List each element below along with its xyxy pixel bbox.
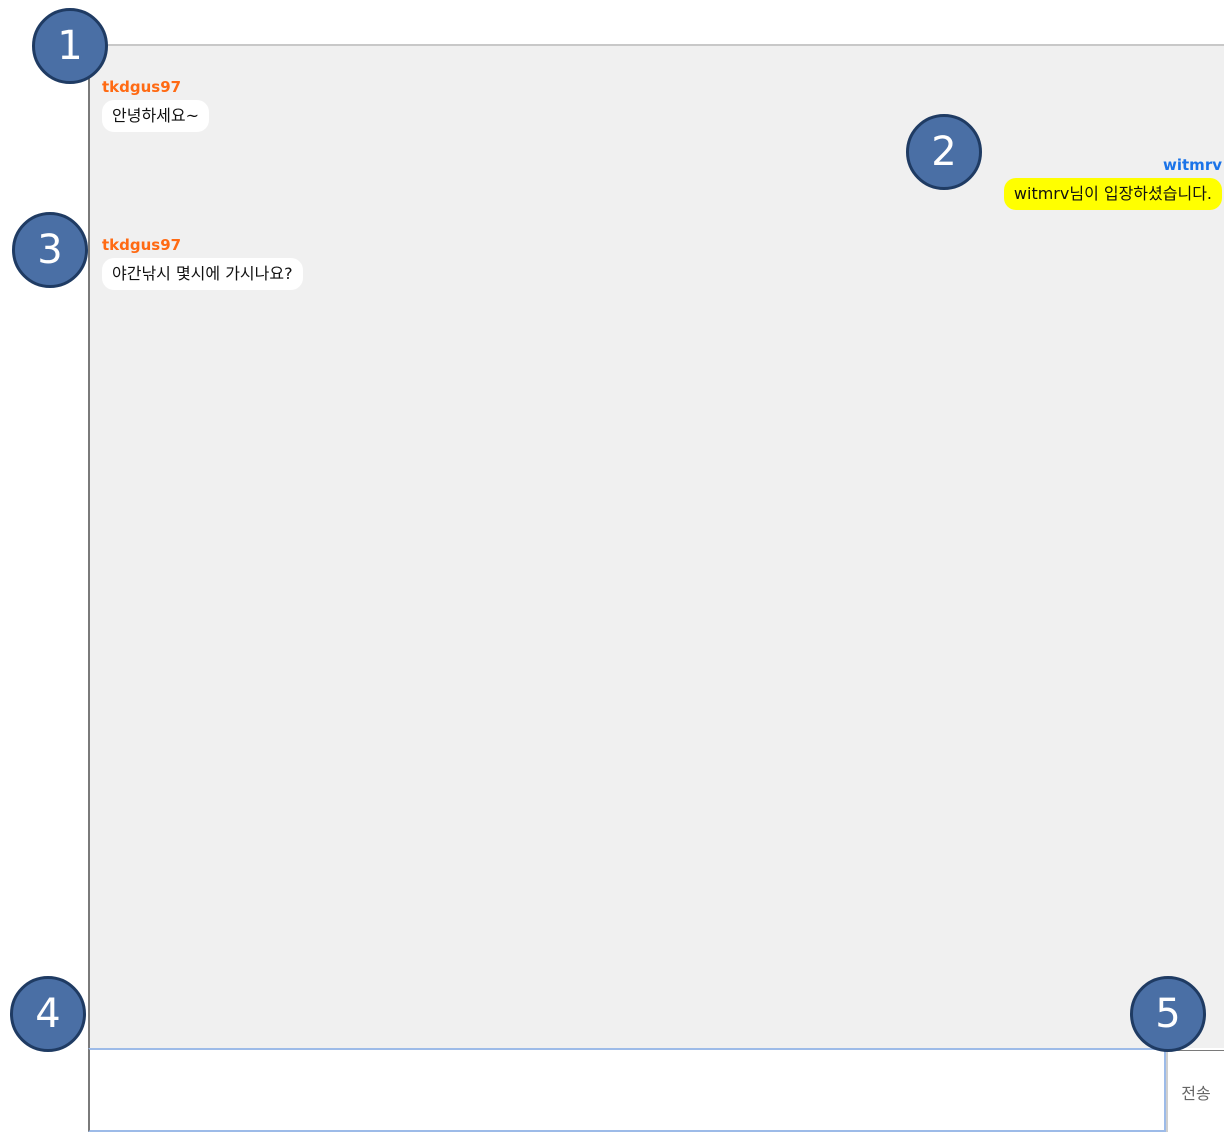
chat-window: tkdgus97 안녕하세요~ witmrv witmrv님이 입장하셨습니다.…	[0, 0, 1224, 1132]
message-sender: witmrv	[1163, 156, 1222, 174]
message-sender: tkdgus97	[102, 78, 182, 96]
message-sender: tkdgus97	[102, 236, 182, 254]
message-bubble: 안녕하세요~	[102, 100, 210, 132]
annotation-marker-4: 4	[10, 976, 86, 1052]
chat-message: tkdgus97 야간낚시 몇시에 가시나요?	[102, 236, 303, 290]
message-bubble: witmrv님이 입장하셨습니다.	[1003, 178, 1222, 210]
chat-message: tkdgus97 안녕하세요~	[102, 78, 210, 132]
chat-message: witmrv witmrv님이 입장하셨습니다.	[1003, 156, 1222, 210]
annotation-marker-1: 1	[32, 8, 108, 84]
send-button[interactable]: 전송	[1166, 1050, 1224, 1132]
chat-message-area[interactable]: tkdgus97 안녕하세요~ witmrv witmrv님이 입장하셨습니다.…	[88, 44, 1224, 1048]
annotation-marker-2: 2	[906, 114, 982, 190]
message-input[interactable]	[88, 1048, 1166, 1132]
annotation-marker-3: 3	[12, 212, 88, 288]
annotation-marker-5: 5	[1130, 976, 1206, 1052]
message-bubble: 야간낚시 몇시에 가시나요?	[102, 258, 303, 290]
